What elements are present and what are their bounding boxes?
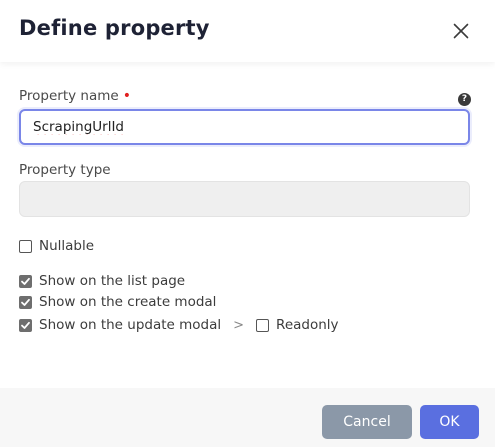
show-on-list-checkbox[interactable] (19, 274, 32, 288)
property-type-label: Property type (19, 162, 111, 178)
modal-header: Define property (0, 0, 495, 62)
property-name-input[interactable] (19, 109, 470, 145)
show-on-create-row[interactable]: Show on the create modal (19, 294, 216, 310)
readonly-checkbox[interactable] (256, 318, 270, 332)
nullable-label: Nullable (39, 238, 95, 254)
close-icon (453, 23, 469, 39)
ok-button[interactable]: OK (420, 405, 479, 439)
help-icon[interactable]: ? (458, 93, 471, 106)
show-on-update-checkbox[interactable] (19, 318, 32, 332)
modal-title: Define property (19, 16, 210, 40)
checkmark-icon (21, 277, 30, 285)
close-button[interactable] (449, 19, 473, 43)
property-name-label: Property name • (19, 88, 131, 104)
show-on-update-label: Show on the update modal (39, 317, 222, 333)
readonly-label: Readonly (276, 317, 339, 333)
show-on-list-label: Show on the list page (39, 273, 186, 289)
define-property-modal: Define property Property name• ? Propert… (0, 0, 495, 447)
nullable-row[interactable]: Nullable (19, 238, 94, 254)
property-name-label-text: Property name (19, 88, 119, 104)
cancel-button[interactable]: Cancel (322, 405, 412, 439)
property-type-input[interactable] (19, 181, 470, 217)
required-marker: • (122, 88, 131, 104)
chevron-right-icon: > (233, 317, 245, 333)
show-on-list-row[interactable]: Show on the list page (19, 273, 185, 289)
show-on-create-checkbox[interactable] (19, 295, 32, 309)
show-on-create-label: Show on the create modal (39, 294, 217, 310)
checkmark-icon (21, 298, 30, 306)
show-on-update-row[interactable]: Show on the update modal > Readonly (19, 317, 339, 333)
nullable-checkbox[interactable] (19, 239, 32, 253)
checkmark-icon (21, 321, 30, 329)
